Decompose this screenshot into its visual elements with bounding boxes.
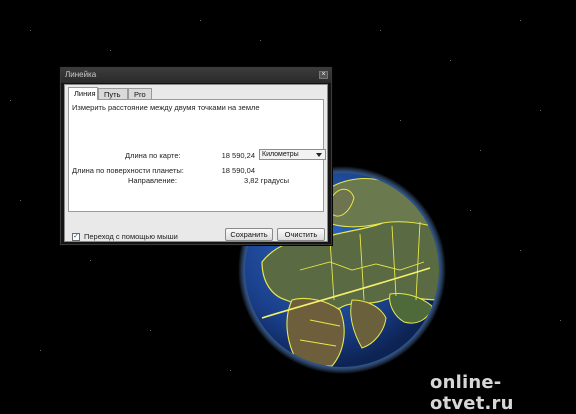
mouse-nav-checkbox[interactable]: ✓ — [72, 233, 80, 241]
tab-path[interactable]: Путь — [98, 88, 128, 99]
surface-length-value: 18 590,04 — [221, 166, 255, 175]
dialog-titlebar[interactable]: Линейка × — [61, 68, 331, 84]
tab-pro[interactable]: Pro — [128, 88, 152, 99]
map-length-value: 18 590,24 — [221, 151, 255, 160]
chevron-down-icon — [316, 153, 322, 157]
map-length-label: Длина по карте: — [125, 151, 181, 160]
close-icon[interactable]: × — [319, 71, 328, 79]
watermark-text: online-otvet.ru — [430, 372, 514, 414]
tab-line[interactable]: Линия — [68, 87, 98, 100]
ruler-dialog: Линейка × Линия Путь Pro Измерить рассто… — [60, 67, 332, 245]
save-button[interactable]: Сохранить — [225, 228, 273, 241]
direction-value: 3,82 градусы — [244, 176, 289, 185]
mouse-nav-label: Переход с помощью мыши — [84, 232, 178, 241]
surface-length-label: Длина по поверхности планеты: — [72, 166, 184, 175]
tab-panel-line: Измерить расстояние между двумя точками … — [68, 99, 326, 212]
units-dropdown[interactable]: Километры — [259, 149, 326, 160]
dialog-title: Линейка — [65, 70, 97, 79]
dialog-body: Линия Путь Pro Измерить расстояние между… — [64, 84, 328, 242]
units-dropdown-value: Километры — [262, 151, 299, 158]
description-text: Измерить расстояние между двумя точками … — [72, 103, 260, 112]
direction-label: Направление: — [128, 176, 177, 185]
checkmark-icon: ✓ — [73, 233, 79, 240]
clear-button[interactable]: Очистить — [277, 228, 325, 241]
